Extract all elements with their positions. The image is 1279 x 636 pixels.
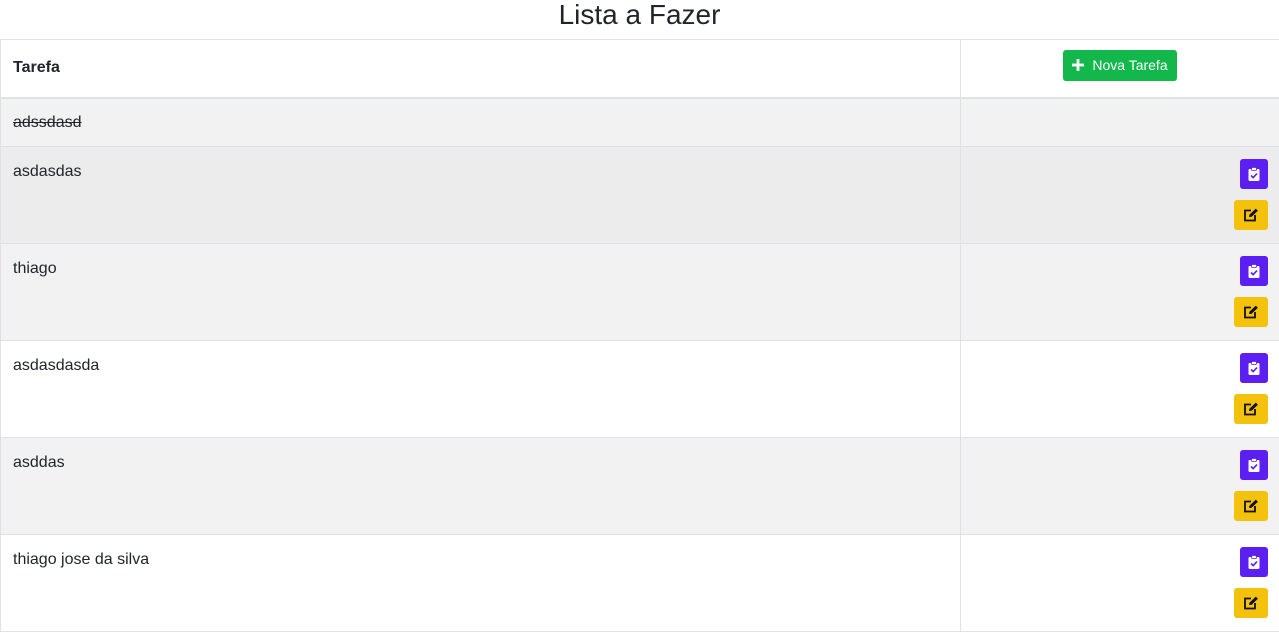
task-cell: asdasdas <box>0 146 961 244</box>
task-name: adssdasd <box>13 113 82 131</box>
page-title: Lista a Fazer <box>558 0 721 30</box>
clipboard-check-icon <box>1248 361 1260 375</box>
edit-task-button[interactable] <box>1234 491 1268 521</box>
complete-task-button[interactable] <box>1240 256 1268 286</box>
column-header-actions: Nova Tarefa <box>960 39 1279 99</box>
task-name: thiago <box>13 260 57 277</box>
actions-cell <box>960 340 1279 438</box>
new-task-button-label: Nova Tarefa <box>1092 57 1168 74</box>
table-body: adssdasd asdasdas thiago asdasdasda asdd… <box>0 97 1279 632</box>
table-header: Tarefa Nova Tarefa <box>0 39 1279 99</box>
clipboard-check-icon <box>1248 167 1260 181</box>
task-table: Tarefa Nova Tarefa adssdasd asdasdas thi… <box>0 39 1279 632</box>
column-header-task: Tarefa <box>0 39 961 99</box>
table-row: asdasdas <box>0 146 1279 244</box>
edit-task-button[interactable] <box>1234 394 1268 424</box>
task-cell: asddas <box>0 437 961 535</box>
edit-task-button[interactable] <box>1234 297 1268 327</box>
new-task-button[interactable]: Nova Tarefa <box>1063 49 1177 81</box>
edit-task-button[interactable] <box>1234 200 1268 230</box>
complete-task-button[interactable] <box>1240 450 1268 480</box>
actions-cell <box>960 97 1279 147</box>
task-cell: adssdasd <box>0 97 961 147</box>
table-row: asddas <box>0 437 1279 535</box>
task-name: asdasdasda <box>13 357 100 374</box>
task-cell: thiago jose da silva <box>0 534 961 632</box>
table-row: thiago jose da silva <box>0 534 1279 632</box>
actions-cell <box>960 146 1279 244</box>
task-name: thiago jose da silva <box>13 551 150 568</box>
clipboard-check-icon <box>1248 264 1260 278</box>
actions-cell <box>960 437 1279 535</box>
header-row: Tarefa Nova Tarefa <box>0 39 1279 99</box>
edit-task-button[interactable] <box>1234 588 1268 618</box>
edit-icon <box>1243 305 1259 319</box>
edit-icon <box>1243 402 1259 416</box>
edit-icon <box>1243 499 1259 513</box>
task-name: asddas <box>13 454 65 471</box>
plus-icon <box>1072 59 1085 72</box>
task-cell: asdasdasda <box>0 340 961 438</box>
task-name: asdasdas <box>13 163 82 180</box>
complete-task-button[interactable] <box>1240 547 1268 577</box>
actions-cell <box>960 534 1279 632</box>
clipboard-check-icon <box>1248 458 1260 472</box>
complete-task-button[interactable] <box>1240 159 1268 189</box>
table-row: adssdasd <box>0 97 1279 147</box>
actions-cell <box>960 243 1279 341</box>
edit-icon <box>1243 596 1259 610</box>
table-row: thiago <box>0 243 1279 341</box>
edit-icon <box>1243 208 1259 222</box>
complete-task-button[interactable] <box>1240 353 1268 383</box>
task-cell: thiago <box>0 243 961 341</box>
table-row: asdasdasda <box>0 340 1279 438</box>
clipboard-check-icon <box>1248 555 1260 569</box>
